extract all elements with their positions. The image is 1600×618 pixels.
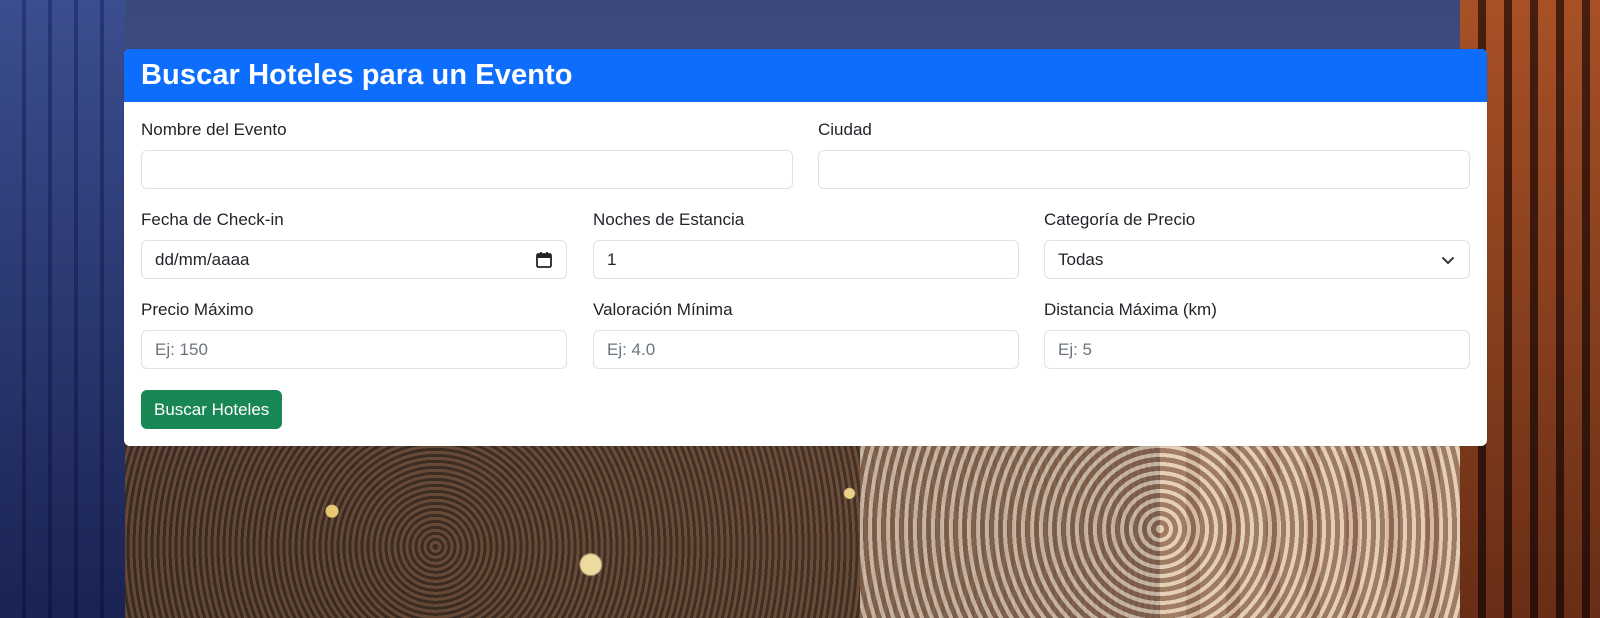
city-group: Ciudad (818, 120, 1470, 189)
search-hotels-button[interactable]: Buscar Hoteles (141, 390, 283, 429)
city-input[interactable] (818, 150, 1470, 189)
chevron-down-icon (1440, 252, 1456, 268)
card-header: Buscar Hoteles para un Evento (124, 49, 1487, 102)
price-category-value: Todas (1058, 249, 1104, 269)
price-category-group: Categoría de Precio Todas (1044, 210, 1470, 279)
form-title: Buscar Hoteles para un Evento (141, 59, 573, 91)
nights-input[interactable] (593, 240, 1019, 279)
max-distance-input[interactable] (1044, 330, 1470, 369)
city-label: Ciudad (818, 120, 872, 139)
nights-group: Noches de Estancia (593, 210, 1019, 279)
min-rating-label: Valoración Mínima (593, 300, 733, 319)
event-name-group: Nombre del Evento (141, 120, 793, 189)
min-rating-group: Valoración Mínima (593, 300, 1019, 369)
min-rating-input[interactable] (593, 330, 1019, 369)
max-price-input[interactable] (141, 330, 567, 369)
max-price-group: Precio Máximo (141, 300, 567, 369)
checkin-date-label: Fecha de Check-in (141, 210, 284, 229)
price-category-label: Categoría de Precio (1044, 210, 1196, 229)
event-name-label: Nombre del Evento (141, 120, 287, 139)
max-distance-group: Distancia Máxima (km) (1044, 300, 1470, 369)
background-event-tables (860, 440, 1460, 618)
checkin-date-value: dd/mm/aaaa (155, 249, 250, 269)
price-category-select[interactable]: Todas (1044, 240, 1470, 279)
search-form-card: Buscar Hoteles para un Evento Nombre del… (124, 49, 1487, 446)
checkin-date-input[interactable]: dd/mm/aaaa (141, 240, 567, 279)
max-price-label: Precio Máximo (141, 300, 254, 319)
calendar-icon[interactable] (535, 251, 553, 269)
background-building-left (0, 0, 125, 618)
event-name-input[interactable] (141, 150, 793, 189)
nights-label: Noches de Estancia (593, 210, 745, 229)
max-distance-label: Distancia Máxima (km) (1044, 300, 1217, 319)
checkin-date-group: Fecha de Check-in dd/mm/aaaa (141, 210, 567, 279)
